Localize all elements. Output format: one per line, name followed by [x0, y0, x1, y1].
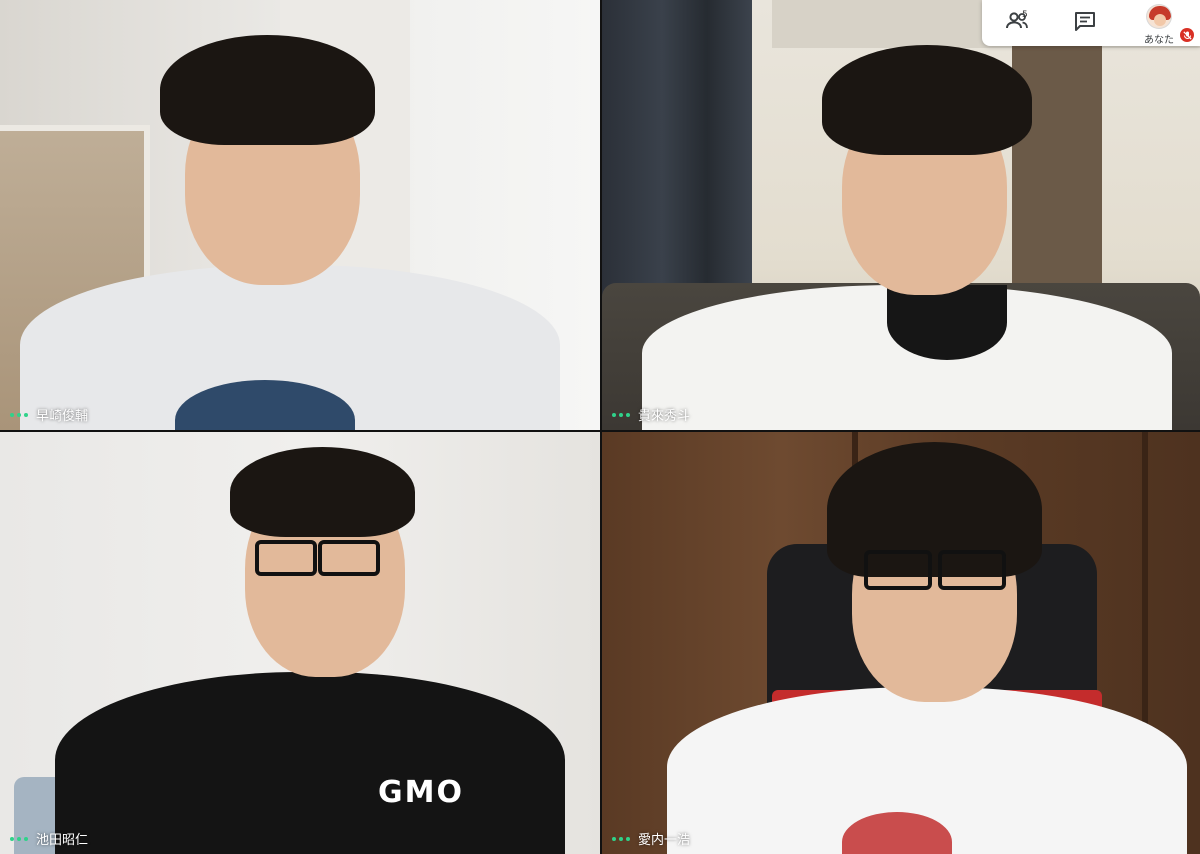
participant-name-tag: 池田昭仁: [10, 829, 88, 848]
mic-off-icon: [1180, 28, 1194, 42]
participant-name: 愛内一浩: [638, 833, 691, 848]
avatar: [1146, 4, 1172, 29]
speaking-indicator-icon: [10, 836, 28, 841]
participants-button[interactable]: 5: [982, 0, 1052, 46]
participant-name-tag: 早崎俊輔: [10, 405, 88, 424]
self-label: あなた: [1144, 35, 1174, 46]
meeting-controls: 5 あなた: [982, 0, 1200, 46]
shirt-logo: GMO: [378, 775, 464, 810]
self-view-button[interactable]: あなた: [1118, 0, 1200, 46]
speaking-indicator-icon: [612, 412, 630, 417]
chat-icon: [1074, 11, 1096, 35]
video-grid: 早崎俊輔 貴來秀斗 GMO 池田昭仁 愛内一浩: [0, 0, 1200, 854]
participant-tile[interactable]: GMO 池田昭仁: [0, 432, 600, 854]
participant-name: 池田昭仁: [36, 833, 89, 848]
speaking-indicator-icon: [10, 412, 28, 417]
participant-name-tag: 愛内一浩: [612, 829, 690, 848]
participant-count: 5: [1022, 10, 1028, 20]
chat-button[interactable]: [1052, 0, 1118, 46]
speaking-indicator-icon: [612, 836, 630, 841]
participant-name: 貴來秀斗: [638, 409, 691, 424]
participant-tile[interactable]: 早崎俊輔: [0, 0, 600, 430]
participant-tile[interactable]: 愛内一浩: [602, 432, 1200, 854]
participant-name: 早崎俊輔: [36, 409, 89, 424]
participant-name-tag: 貴來秀斗: [612, 405, 690, 424]
participant-tile[interactable]: 貴來秀斗: [602, 0, 1200, 430]
